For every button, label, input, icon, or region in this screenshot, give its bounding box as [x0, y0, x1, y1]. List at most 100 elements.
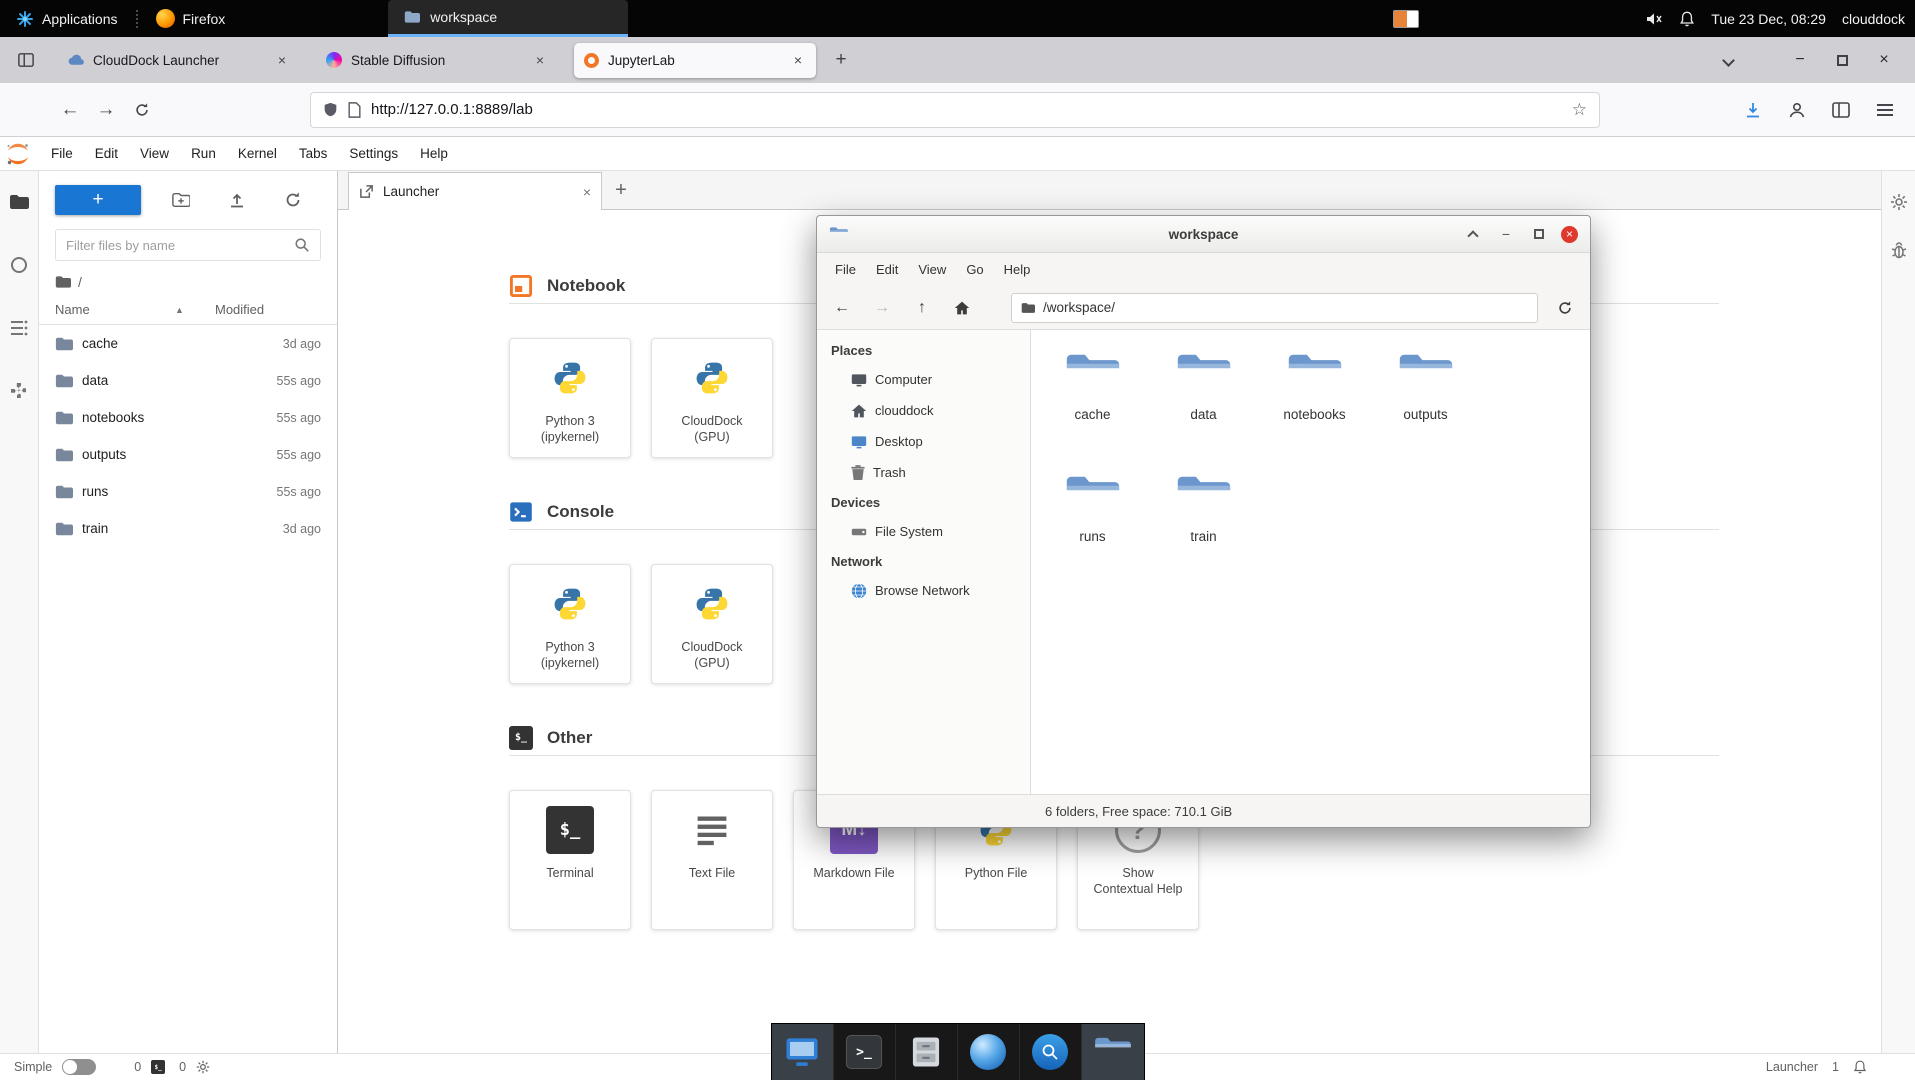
launcher-card-notebook-python3[interactable]: Python 3 (ipykernel)	[509, 338, 631, 458]
dock-search[interactable]	[1020, 1024, 1082, 1080]
sort-ascending-icon[interactable]: ▲	[175, 305, 184, 315]
folder-notebooks[interactable]: notebooks	[1263, 342, 1367, 464]
dock-show-desktop[interactable]	[772, 1024, 834, 1080]
property-inspector-gear-icon[interactable]	[1890, 193, 1908, 211]
upload-button[interactable]	[209, 185, 265, 215]
launcher-card-console-python3[interactable]: Python 3 (ipykernel)	[509, 564, 631, 684]
forward-button[interactable]: →	[88, 93, 124, 127]
breadcrumb[interactable]: /	[39, 267, 337, 295]
menu-edit[interactable]: Edit	[866, 253, 908, 286]
menu-settings[interactable]: Settings	[338, 137, 409, 171]
firefox-view-button[interactable]	[10, 44, 42, 76]
sidebar-toggle-button[interactable]	[1823, 93, 1859, 127]
dock-file-manager[interactable]	[1082, 1024, 1144, 1080]
applications-menu[interactable]: Applications	[8, 0, 126, 37]
launcher-card-terminal[interactable]: $_ Terminal	[509, 790, 631, 930]
menu-help[interactable]: Help	[409, 137, 459, 171]
launcher-card-text-file[interactable]: Text File	[651, 790, 773, 930]
menu-view[interactable]: View	[129, 137, 180, 171]
url-bar[interactable]: ☆	[310, 92, 1600, 128]
file-row-train[interactable]: train 3d ago	[39, 510, 337, 547]
sidebar-tab-running[interactable]	[8, 254, 30, 276]
sidebar-item-desktop[interactable]: Desktop	[817, 426, 1030, 457]
taskbar-window-workspace[interactable]: workspace	[388, 0, 628, 37]
menu-help[interactable]: Help	[994, 253, 1041, 286]
filter-files-input[interactable]	[66, 238, 294, 253]
tab-close-button[interactable]: ×	[788, 50, 808, 70]
simple-mode-toggle[interactable]	[62, 1059, 96, 1075]
tab-close-icon[interactable]: ×	[583, 184, 591, 200]
notifications-count[interactable]: 1	[1832, 1060, 1839, 1074]
file-manager-title-bar[interactable]: workspace − ×	[817, 216, 1590, 253]
reload-button[interactable]	[1548, 293, 1582, 323]
new-folder-button[interactable]	[153, 185, 209, 215]
minimize-button[interactable]: −	[1495, 223, 1517, 245]
tracking-shield-icon[interactable]	[323, 102, 338, 117]
new-launcher-button[interactable]: +	[55, 185, 141, 215]
tab-launcher[interactable]: Launcher ×	[348, 172, 602, 210]
menu-view[interactable]: View	[908, 253, 956, 286]
launcher-card-notebook-clouddock[interactable]: CloudDock (GPU)	[651, 338, 773, 458]
menu-edit[interactable]: Edit	[84, 137, 129, 171]
user-menu[interactable]: clouddock	[1842, 11, 1905, 27]
minimize-button[interactable]: −	[1785, 45, 1815, 75]
home-button[interactable]	[945, 293, 979, 323]
volume-muted-icon[interactable]	[1645, 10, 1663, 28]
folder-train[interactable]: train	[1152, 464, 1256, 586]
notifications-bell-icon[interactable]	[1679, 11, 1695, 27]
menu-run[interactable]: Run	[180, 137, 227, 171]
tab-stable-diffusion[interactable]: Stable Diffusion ×	[316, 43, 558, 78]
bell-icon[interactable]	[1853, 1060, 1867, 1074]
folder-runs[interactable]: runs	[1041, 464, 1145, 586]
menu-kernel[interactable]: Kernel	[227, 137, 288, 171]
breadcrumb-root[interactable]: /	[78, 274, 82, 290]
launcher-card-console-clouddock[interactable]: CloudDock (GPU)	[651, 564, 773, 684]
file-row-outputs[interactable]: outputs 55s ago	[39, 436, 337, 473]
account-button[interactable]	[1779, 93, 1815, 127]
menu-file[interactable]: File	[40, 137, 84, 171]
dock-terminal[interactable]: >_	[834, 1024, 896, 1080]
firefox-launcher[interactable]: Firefox	[148, 0, 234, 37]
back-button[interactable]: ←	[52, 93, 88, 127]
shade-button[interactable]	[1462, 223, 1484, 245]
page-info-icon[interactable]	[348, 102, 361, 118]
dock-browser[interactable]	[958, 1024, 1020, 1080]
menu-tabs[interactable]: Tabs	[288, 137, 339, 171]
sidebar-tab-file-browser[interactable]	[8, 191, 30, 213]
tab-clouddock-launcher[interactable]: CloudDock Launcher ×	[58, 43, 300, 78]
app-menu-button[interactable]	[1867, 93, 1903, 127]
debugger-bug-icon[interactable]	[1890, 241, 1908, 259]
folder-data[interactable]: data	[1152, 342, 1256, 464]
sidebar-tab-toc[interactable]	[8, 317, 30, 339]
url-input[interactable]	[371, 101, 1562, 118]
tab-close-button[interactable]: ×	[272, 50, 292, 70]
sidebar-tab-extensions[interactable]	[8, 380, 30, 402]
sidebar-item-computer[interactable]: Computer	[817, 364, 1030, 395]
dock-file-cabinet[interactable]	[896, 1024, 958, 1080]
menu-file[interactable]: File	[825, 253, 866, 286]
sidebar-item-home[interactable]: clouddock	[817, 395, 1030, 426]
list-all-tabs-icon[interactable]	[1722, 54, 1735, 67]
folder-cache[interactable]: cache	[1041, 342, 1145, 464]
clock[interactable]: Tue 23 Dec, 08:29	[1711, 11, 1826, 27]
path-bar[interactable]: /workspace/	[1011, 293, 1538, 323]
column-modified[interactable]: Modified	[215, 302, 321, 317]
tab-close-button[interactable]: ×	[530, 50, 550, 70]
column-name[interactable]: Name	[55, 302, 175, 317]
downloads-button[interactable]	[1735, 93, 1771, 127]
screenshot-tray-icon[interactable]	[1393, 10, 1419, 28]
tab-jupyterlab[interactable]: JupyterLab ×	[574, 43, 816, 78]
back-button[interactable]: ←	[825, 293, 859, 323]
kernels-count[interactable]: 0	[179, 1060, 186, 1074]
file-row-cache[interactable]: cache 3d ago	[39, 325, 337, 362]
close-button[interactable]: ×	[1869, 45, 1899, 75]
sidebar-item-trash[interactable]: Trash	[817, 457, 1030, 488]
add-tab-button[interactable]: +	[602, 171, 640, 209]
close-button[interactable]: ×	[1561, 226, 1578, 243]
maximize-button[interactable]	[1827, 45, 1857, 75]
new-tab-button[interactable]: +	[826, 45, 856, 75]
bookmark-star-icon[interactable]: ☆	[1572, 100, 1587, 120]
reload-button[interactable]	[124, 93, 160, 127]
file-row-runs[interactable]: runs 55s ago	[39, 473, 337, 510]
file-row-data[interactable]: data 55s ago	[39, 362, 337, 399]
